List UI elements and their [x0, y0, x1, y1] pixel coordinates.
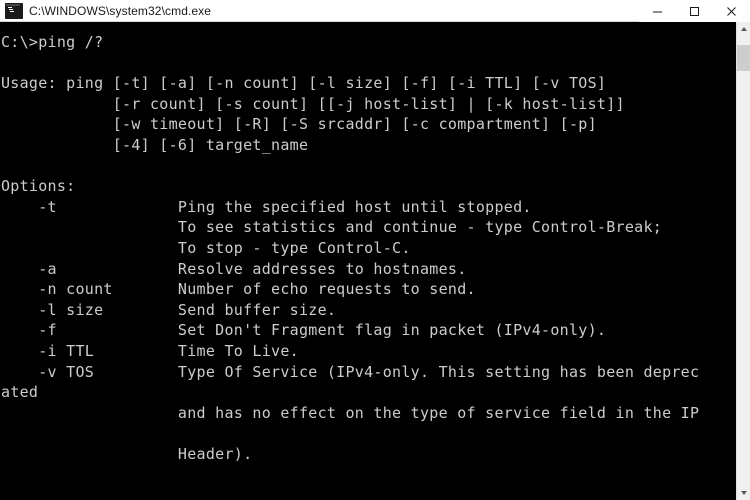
- console-area: C:\>ping /? Usage: ping [-t] [-a] [-n cou…: [0, 22, 750, 500]
- chevron-up-icon: [740, 27, 747, 31]
- console-line: [-r count] [-s count] [[-j host-list] | …: [1, 94, 625, 113]
- cmd-window: C:\WINDOWS\system32\cmd.exe C:\>ping /?: [0, 0, 750, 500]
- console-line: [-4] [-6] target_name: [1, 135, 309, 154]
- minimize-button[interactable]: [639, 0, 676, 22]
- scroll-down-button[interactable]: [737, 486, 750, 500]
- console-line: -i TTL Time To Live.: [1, 341, 299, 360]
- scroll-up-button[interactable]: [737, 22, 750, 36]
- chevron-down-icon: [740, 491, 747, 495]
- scrollbar-track[interactable]: [737, 36, 750, 486]
- maximize-icon: [690, 6, 699, 16]
- console-line: To see statistics and continue - type Co…: [1, 218, 663, 237]
- console-line: -f Set Don't Fragment flag in packet (IP…: [1, 321, 607, 340]
- console-output[interactable]: C:\>ping /? Usage: ping [-t] [-a] [-n cou…: [0, 22, 736, 500]
- console-line: and has no effect on the type of service…: [1, 403, 700, 422]
- window-title: C:\WINDOWS\system32\cmd.exe: [29, 3, 212, 18]
- cmd-icon: [5, 2, 23, 19]
- console-line: Header).: [1, 444, 253, 463]
- scrollbar-thumb[interactable]: [737, 45, 750, 71]
- title-bar[interactable]: C:\WINDOWS\system32\cmd.exe: [0, 0, 750, 22]
- close-button[interactable]: [713, 0, 750, 22]
- console-line: Options:: [1, 177, 76, 196]
- console-line: C:\>ping /?: [1, 33, 104, 51]
- console-line: [-w timeout] [-R] [-S srcaddr] [-c compa…: [1, 115, 597, 134]
- console-line: -t Ping the specified host until stopped…: [1, 197, 532, 216]
- console-line: To stop - type Control-C.: [1, 238, 411, 257]
- console-line: ated: [1, 383, 39, 402]
- console-line: -a Resolve addresses to hostnames.: [1, 259, 467, 278]
- window-controls: [639, 0, 750, 22]
- minimize-icon: [653, 11, 662, 12]
- console-line: -v TOS Type Of Service (IPv4-only. This …: [1, 362, 700, 381]
- console-line: -l size Send buffer size.: [1, 300, 337, 319]
- console-line: Usage: ping [-t] [-a] [-n count] [-l siz…: [1, 74, 607, 93]
- maximize-button[interactable]: [676, 0, 713, 22]
- vertical-scrollbar[interactable]: [736, 22, 750, 500]
- close-icon: [727, 6, 736, 16]
- console-line: -n count Number of echo requests to send…: [1, 280, 476, 299]
